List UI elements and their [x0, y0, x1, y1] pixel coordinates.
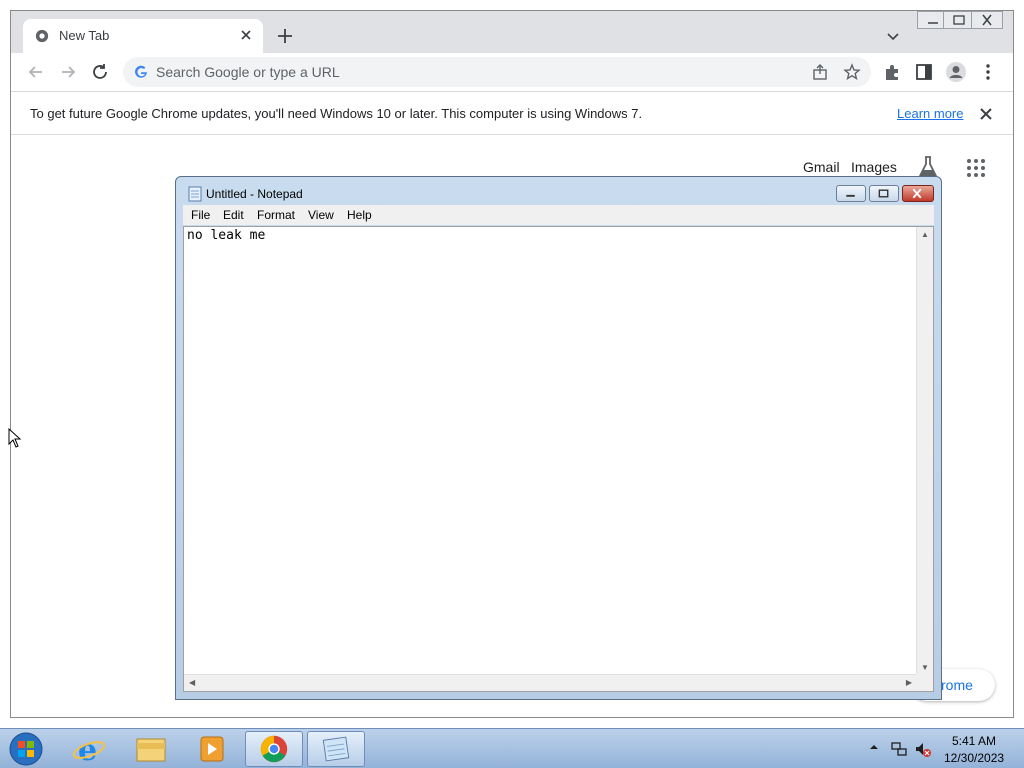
tab-strip: New Tab [11, 11, 1013, 53]
infobar-close-icon[interactable] [977, 105, 995, 123]
scroll-down-arrow-icon[interactable]: ▼ [921, 663, 929, 672]
menu-format[interactable]: Format [257, 208, 295, 222]
chrome-favicon-icon [35, 29, 49, 43]
notepad-menubar: File Edit Format View Help [183, 205, 934, 225]
notepad-taskbar-button[interactable] [307, 731, 365, 767]
tab-close-icon[interactable] [237, 26, 255, 44]
share-icon[interactable] [811, 63, 829, 81]
mouse-pointer-icon [8, 428, 22, 448]
notepad-title: Untitled - Notepad [206, 187, 303, 201]
internet-explorer-taskbar-button[interactable]: e [60, 731, 118, 768]
file-explorer-taskbar-button[interactable] [122, 731, 180, 767]
scroll-right-arrow-icon[interactable]: ▶ [906, 678, 912, 687]
google-g-icon [135, 65, 147, 78]
omnibox-input[interactable] [156, 62, 776, 82]
notepad-window: Untitled - Notepad File Edit Format View… [175, 176, 942, 700]
notepad-icon [322, 736, 350, 762]
scroll-up-arrow-icon[interactable]: ▲ [921, 230, 929, 239]
profile-avatar-icon[interactable] [945, 61, 967, 83]
customize-chrome-label: rome [941, 677, 973, 693]
chrome-close-button[interactable] [971, 11, 1003, 29]
images-link[interactable]: Images [851, 159, 897, 175]
notepad-minimize-button[interactable] [836, 185, 866, 202]
horizontal-scrollbar[interactable]: ◀ ▶ [184, 674, 917, 691]
chrome-toolbar [11, 53, 1013, 91]
start-orb-icon[interactable] [6, 731, 46, 767]
menu-edit[interactable]: Edit [223, 208, 244, 222]
internet-explorer-icon: e [72, 733, 106, 768]
minimize-icon [846, 194, 855, 197]
tab-search-chevron-icon[interactable] [885, 28, 901, 44]
reload-icon[interactable] [89, 61, 111, 83]
media-player-taskbar-button[interactable] [183, 731, 241, 767]
side-panel-icon[interactable] [913, 61, 935, 83]
google-apps-grid-icon[interactable] [965, 157, 987, 179]
new-tab-plus-icon[interactable] [275, 26, 295, 46]
menu-file[interactable]: File [191, 208, 210, 222]
clock-time[interactable]: 5:41 AM [952, 734, 996, 748]
media-player-icon [200, 736, 224, 762]
chrome-menu-kebab-icon[interactable] [977, 61, 999, 83]
file-explorer-icon [136, 738, 166, 762]
gmail-link[interactable]: Gmail [803, 159, 840, 175]
omnibox[interactable] [123, 57, 871, 87]
notepad-close-button[interactable] [902, 185, 934, 202]
back-arrow-icon[interactable] [25, 61, 47, 83]
network-icon[interactable] [890, 740, 908, 758]
scroll-left-arrow-icon[interactable]: ◀ [189, 678, 195, 687]
menu-view[interactable]: View [308, 208, 334, 222]
bookmark-star-icon[interactable] [843, 63, 861, 81]
chrome-icon [260, 735, 288, 763]
menu-help[interactable]: Help [347, 208, 372, 222]
forward-arrow-icon[interactable] [57, 61, 79, 83]
close-icon [912, 188, 922, 199]
clock-date[interactable]: 12/30/2023 [944, 751, 1004, 765]
extensions-puzzle-icon[interactable] [881, 61, 903, 83]
tab-title: New Tab [59, 28, 110, 43]
tab-new-tab[interactable]: New Tab [23, 19, 263, 53]
maximize-icon [878, 189, 889, 198]
resize-grip[interactable] [916, 674, 933, 691]
notepad-maximize-button[interactable] [869, 185, 899, 202]
notepad-title-icon [188, 186, 202, 202]
show-hidden-icons-arrow-icon[interactable] [868, 741, 880, 753]
svg-text:e: e [78, 733, 97, 767]
vertical-scrollbar[interactable]: ▲ ▼ [916, 227, 933, 675]
notepad-edit-area[interactable]: no leak me ▲ ▼ ◀ ▶ [183, 226, 934, 692]
windows-taskbar: e 5:41 AM 12/30/2023 [0, 728, 1024, 768]
chrome-taskbar-button[interactable] [245, 731, 303, 767]
volume-muted-icon[interactable] [914, 740, 932, 758]
learn-more-link[interactable]: Learn more [897, 106, 963, 121]
update-infobar: To get future Google Chrome updates, you… [11, 91, 1013, 135]
notepad-text[interactable]: no leak me [187, 228, 912, 668]
infobar-message: To get future Google Chrome updates, you… [30, 106, 643, 121]
